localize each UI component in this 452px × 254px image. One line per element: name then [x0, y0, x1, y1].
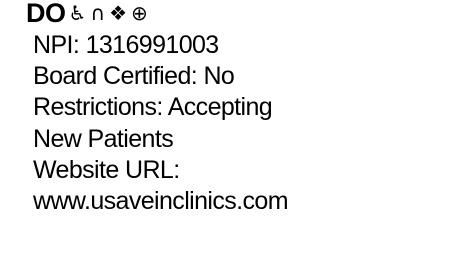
board-certified-text: Board Certified: No	[33, 62, 235, 91]
diamond-flourish-icon: ❖	[109, 1, 128, 25]
provider-detail-card: DO ♿ ∩ ❖ ⊕ NPI: 1316991003 Board Certifi…	[0, 0, 452, 254]
circle-cross-icon: ⊕	[131, 1, 148, 25]
wheelchair-icon: ♿	[68, 1, 87, 25]
provider-header: DO ♿ ∩ ❖ ⊕	[26, 0, 152, 32]
provider-credential: DO	[26, 0, 66, 28]
restrictions-text: Restrictions: Accepting New Patients	[33, 93, 273, 153]
provider-details: NPI: 1316991003 Board Certified: No Rest…	[33, 30, 289, 217]
accessibility-icon-group: ♿ ∩ ❖ ⊕	[69, 3, 152, 23]
website-url-text: Website URL: www.usaveinclinics.com	[33, 155, 289, 216]
intersection-icon: ∩	[90, 1, 106, 25]
npi-text: NPI: 1316991003	[33, 31, 219, 59]
